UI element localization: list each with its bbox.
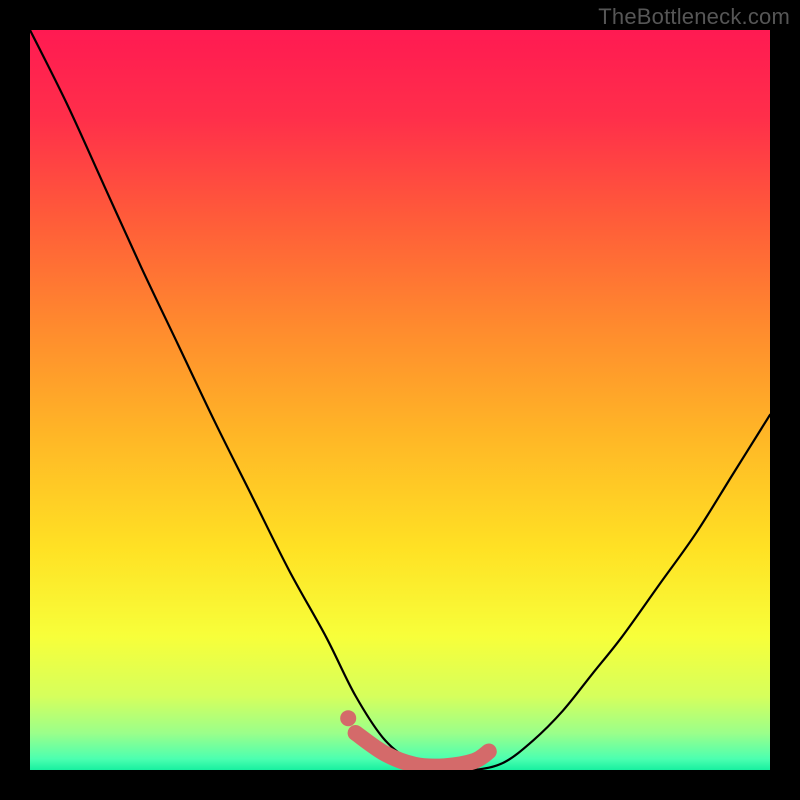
bottleneck-chart <box>30 30 770 770</box>
gradient-background <box>30 30 770 770</box>
optimal-zone-marker-dot <box>340 710 356 726</box>
chart-frame: TheBottleneck.com <box>0 0 800 800</box>
watermark-label: TheBottleneck.com <box>598 4 790 30</box>
